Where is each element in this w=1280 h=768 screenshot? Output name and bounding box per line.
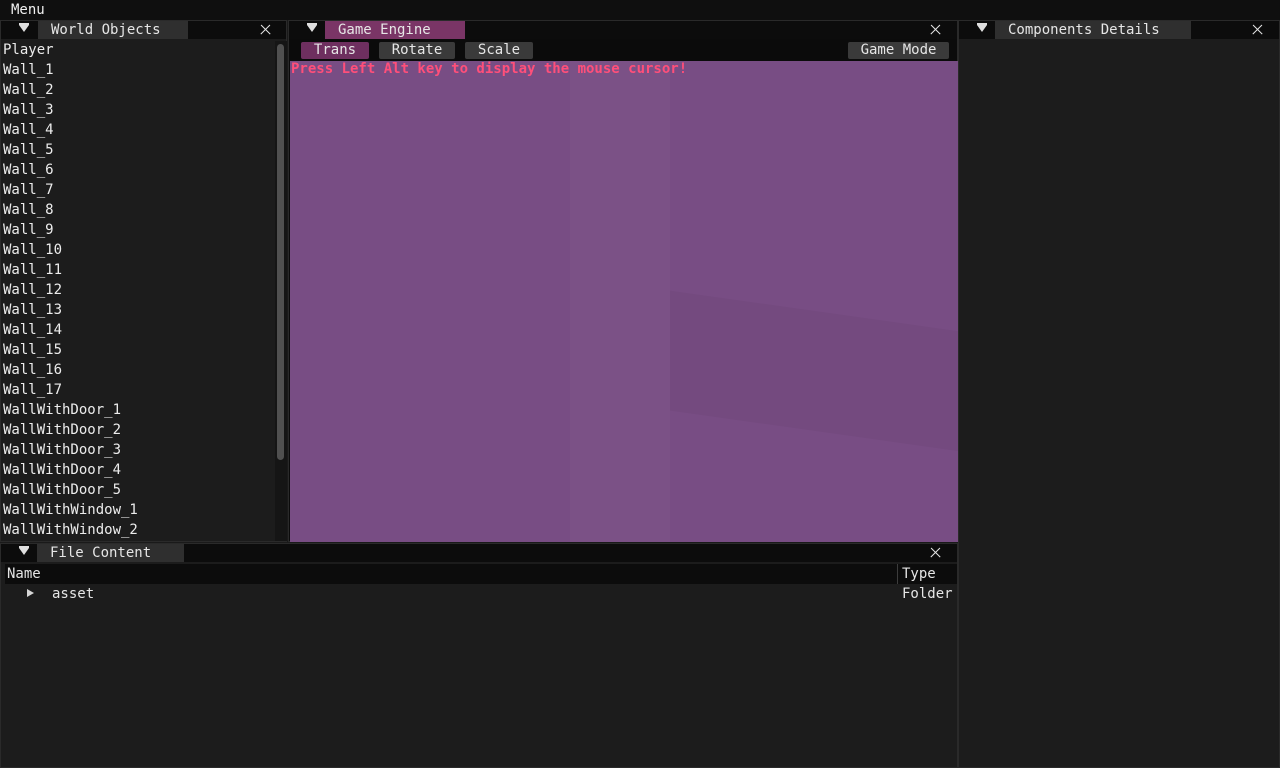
tab-components-details[interactable]: Components Details <box>995 21 1191 39</box>
caret-right-icon[interactable] <box>27 589 34 597</box>
list-item[interactable]: Player <box>1 40 273 60</box>
column-header-type[interactable]: Type <box>902 564 936 584</box>
close-icon[interactable] <box>258 21 272 39</box>
close-icon[interactable] <box>928 544 942 562</box>
list-item[interactable]: Wall_5 <box>1 140 273 160</box>
tab-world-objects[interactable]: World Objects <box>38 21 188 39</box>
cursor-hint-message: Press Left Alt key to display the mouse … <box>291 61 688 77</box>
list-item[interactable]: Wall_14 <box>1 320 273 340</box>
tab-file-content[interactable]: File Content <box>37 544 184 562</box>
list-item[interactable]: Wall_12 <box>1 280 273 300</box>
list-item[interactable]: Wall_8 <box>1 200 273 220</box>
file-table-header: Name Type <box>5 564 957 584</box>
panel-menu-icon[interactable] <box>19 546 29 555</box>
panel-menu-icon[interactable] <box>19 23 29 32</box>
scale-button[interactable]: Scale <box>465 42 533 59</box>
world-objects-panel: World Objects Player Wall_1 Wall_2 Wall_3 Wa… <box>0 20 287 542</box>
world-objects-list: Player Wall_1 Wall_2 Wall_3 Wall_4 Wall_5 Wall… <box>1 40 273 540</box>
list-item[interactable]: WallWithDoor_3 <box>1 440 273 460</box>
menu-button[interactable]: Menu <box>11 1 45 19</box>
translate-button[interactable]: Trans <box>301 42 369 59</box>
close-icon[interactable] <box>928 21 942 39</box>
list-item[interactable]: Wall_7 <box>1 180 273 200</box>
panel-titlebar: World Objects <box>1 21 286 39</box>
list-item[interactable]: Wall_3 <box>1 100 273 120</box>
components-details-panel: Components Details <box>958 20 1280 768</box>
list-item[interactable]: Wall_1 <box>1 60 273 80</box>
list-item[interactable]: Wall_15 <box>1 340 273 360</box>
panel-menu-icon[interactable] <box>307 23 317 32</box>
rotate-button[interactable]: Rotate <box>379 42 455 59</box>
list-item[interactable]: Wall_13 <box>1 300 273 320</box>
file-name: asset <box>52 586 95 602</box>
scene-wall-shade <box>570 61 670 542</box>
table-row[interactable]: asset Folder <box>5 584 957 604</box>
column-divider[interactable] <box>897 564 898 584</box>
game-engine-panel: Game Engine Trans Rotate Scale Game Mode… <box>288 20 958 542</box>
list-item[interactable]: Wall_6 <box>1 160 273 180</box>
menu-bar: Menu <box>0 0 1280 20</box>
panel-titlebar: File Content <box>1 544 957 562</box>
list-item[interactable]: Wall_11 <box>1 260 273 280</box>
list-item[interactable]: Wall_2 <box>1 80 273 100</box>
file-content-panel: File Content Name Type asset Folder <box>0 543 958 768</box>
list-item[interactable]: Wall_9 <box>1 220 273 240</box>
list-item[interactable]: Wall_10 <box>1 240 273 260</box>
list-item[interactable]: WallWithDoor_2 <box>1 420 273 440</box>
panel-menu-icon[interactable] <box>977 23 987 32</box>
list-item[interactable]: WallWithWindow_1 <box>1 500 273 520</box>
column-header-name[interactable]: Name <box>7 564 41 584</box>
scene-floor-shade <box>670 291 958 452</box>
list-item[interactable]: WallWithDoor_1 <box>1 400 273 420</box>
game-mode-button[interactable]: Game Mode <box>848 42 949 59</box>
panel-titlebar: Components Details <box>959 21 1279 39</box>
tab-game-engine[interactable]: Game Engine <box>325 21 465 39</box>
list-item[interactable]: Wall_4 <box>1 120 273 140</box>
list-item[interactable]: WallWithWindow_2 <box>1 520 273 540</box>
scrollbar[interactable] <box>275 41 287 541</box>
scrollbar-thumb[interactable] <box>277 44 284 460</box>
close-icon[interactable] <box>1250 21 1264 39</box>
list-item[interactable]: Wall_16 <box>1 360 273 380</box>
panel-titlebar: Game Engine <box>289 21 957 39</box>
list-item[interactable]: WallWithDoor_4 <box>1 460 273 480</box>
game-viewport[interactable]: Press Left Alt key to display the mouse … <box>290 61 958 542</box>
list-item[interactable]: Wall_17 <box>1 380 273 400</box>
list-item[interactable]: WallWithDoor_5 <box>1 480 273 500</box>
file-type: Folder <box>902 586 953 602</box>
